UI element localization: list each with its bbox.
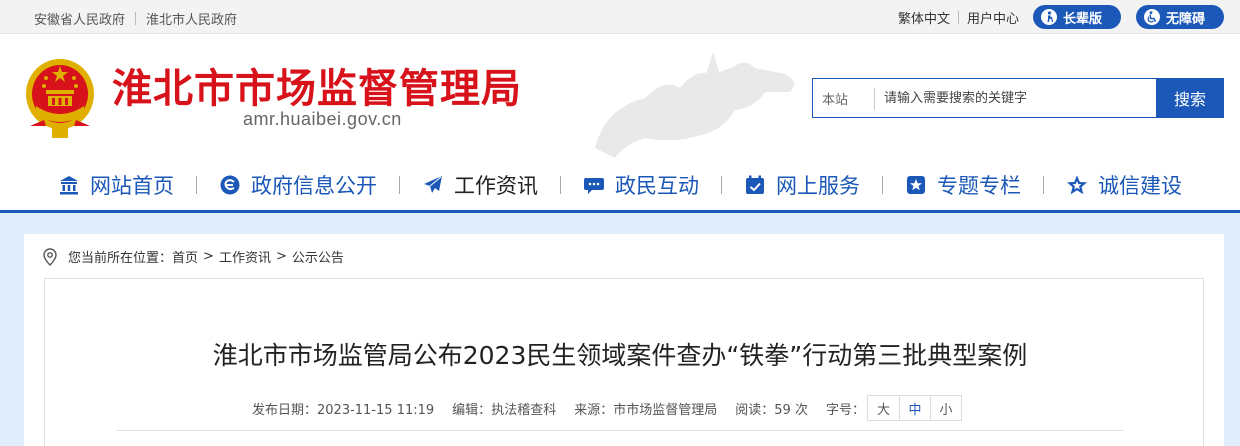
breadcrumb-separator: > [203,249,214,264]
breadcrumb: 您当前所在位置： 首页 > 工作资讯 > 公示公告 [42,247,344,266]
nav-item-gov-info[interactable]: 政府信息公开 [219,170,377,200]
wheelchair-icon [1144,9,1160,25]
divider [135,12,137,25]
font-size-medium-button[interactable]: 中 [898,396,930,420]
calendar-check-icon [746,175,764,194]
nav-item-online-service[interactable]: 网上服务 [744,170,860,200]
nav-item-interaction[interactable]: 政民互动 [583,170,699,200]
nav-label: 网上服务 [776,174,860,198]
star-icon [1067,175,1087,195]
breadcrumb-separator: > [275,249,287,264]
site-domain: amr.huaibei.gov.cn [243,109,402,129]
info-disclosure-icon [220,175,240,195]
nav-label: 政民互动 [615,174,699,198]
user-center-link[interactable]: 用户中心 [967,8,1019,27]
nav-item-special-topics[interactable]: 专题专栏 [905,170,1021,200]
nav-label: 专题专栏 [937,174,1021,198]
nav-divider [882,176,883,194]
star-badge-icon [907,176,925,194]
nav-item-credit[interactable]: 诚信建设 [1066,170,1182,200]
search-bar: 本站 搜索 [812,78,1224,118]
site-title: 淮北市市场监督管理局 [112,66,522,112]
source: 来源：市市场监督管理局 [574,402,718,418]
nav-divider [1043,176,1044,194]
nav-divider [721,176,722,194]
horse-statue-watermark [595,52,794,158]
nav-label: 工作资讯 [454,174,538,198]
view-count: 阅读：59 次 [735,402,808,418]
breadcrumb-prefix: 您当前所在位置： [68,251,173,266]
divider [957,10,959,24]
font-size-label: 字号： [825,402,865,418]
breadcrumb-home[interactable]: 首页 [172,247,198,266]
nav-label: 诚信建设 [1098,174,1182,198]
nav-label: 网站首页 [90,174,174,198]
search-button[interactable]: 搜索 [1156,78,1224,118]
nav-item-work-news[interactable]: 工作资讯 [422,170,538,200]
nav-divider [399,176,400,194]
accessibility-label: 无障碍 [1166,11,1206,27]
elder-mode-button[interactable]: 长辈版 [1033,5,1121,29]
location-pin-icon [43,247,57,266]
link-anhui-gov[interactable]: 安徽省人民政府 [34,9,125,28]
nav-label: 政府信息公开 [251,174,377,198]
font-size-switcher: 大 中 小 [866,395,962,421]
search-input[interactable] [875,79,1156,117]
nav-divider [560,176,561,194]
font-size-small-button[interactable]: 小 [929,396,961,420]
elder-mode-label: 长辈版 [1063,11,1103,27]
article-meta: 发布日期：2023-11-15 11:19 编辑：执法稽查科 来源：市市场监督管… [252,395,962,421]
traditional-chinese-link[interactable]: 繁体中文 [898,8,950,27]
top-links: 安徽省人民政府 淮北市人民政府 [34,9,237,28]
top-tools: 繁体中文 用户中心 长辈版 无障碍 [898,0,1240,34]
breadcrumb-announcements[interactable]: 公示公告 [292,247,344,266]
font-size-large-button[interactable]: 大 [868,396,899,420]
paper-plane-icon [424,176,442,193]
meta-divider [116,430,1124,431]
main-nav: 网站首页 政府信息公开 工作资讯 政民互动 网上服务 专题专栏 诚信建设 [0,160,1240,210]
article-title: 淮北市市场监管局公布2023民生领域案件查办“铁拳”行动第三批典型案例 [212,341,1028,370]
link-huaibei-gov[interactable]: 淮北市人民政府 [146,9,237,28]
nav-divider [196,176,197,194]
elder-icon [1041,9,1057,25]
editor: 编辑：执法稽查科 [452,402,557,418]
chat-icon [584,178,604,194]
bank-icon [60,176,78,195]
publish-date: 发布日期：2023-11-15 11:19 [252,402,435,418]
accessibility-button[interactable]: 无障碍 [1136,5,1224,29]
search-scope-select[interactable]: 本站 [813,79,875,117]
national-emblem-logo [26,59,94,138]
top-bar: 安徽省人民政府 淮北市人民政府 繁体中文 用户中心 长辈版 无障碍 [0,0,1240,34]
breadcrumb-work-news[interactable]: 工作资讯 [219,247,271,266]
nav-item-home[interactable]: 网站首页 [58,170,174,200]
